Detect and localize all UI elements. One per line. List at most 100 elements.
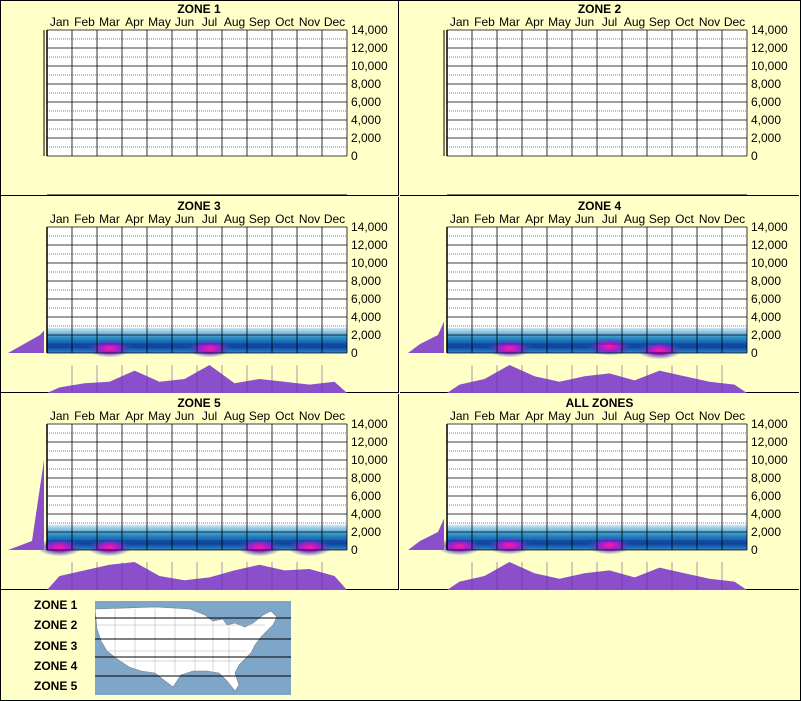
month-tick-label: Dec [324,409,345,423]
month-tick-label: Apr [525,409,544,423]
y-tick-label: 10,000 [351,256,388,270]
hotspot [187,339,232,358]
month-tick-label: Jun [175,15,194,29]
month-tick-label: May [148,409,171,423]
month-tick-label: Dec [724,15,745,29]
elevation-profile [4,330,44,353]
month-tick-label: Aug [224,212,245,226]
elevation-profile [404,321,444,353]
panel-all-zones: ALL ZONES Jan Feb Mar Apr May Jun Jul Aug Sep Oct… [400,394,799,590]
month-tick-label: May [548,212,571,226]
y-tick-label: 0 [351,346,358,360]
month-tick-label: Feb [474,15,495,29]
month-tick-label: Jul [202,212,217,226]
legend-zone-3: ZONE 3 [34,639,78,653]
month-tick-label: May [548,15,571,29]
panel-zone-2: ZONE 2 Jan Feb Mar Apr May Jun Jul Aug Sep Oct Nov… [400,0,799,196]
month-tick-label: Apr [525,212,544,226]
y-tick-label: 2,000 [351,328,381,342]
month-tick-label: Mar [99,15,120,29]
y-tick-label: 2,000 [351,525,381,539]
month-tick-label: Apr [125,212,144,226]
hotspot [587,536,632,555]
month-tick-label: Aug [624,409,645,423]
month-tick-label: Dec [724,409,745,423]
y-tick-label: 14,000 [751,220,788,234]
y-tick-label: 10,000 [751,453,788,467]
panel-zone-3: ZONE 3 Jan Feb Mar Apr May Jun Jul Aug Sep Oct Nov… [0,197,399,393]
month-tick-label: Aug [624,15,645,29]
y-tick-label: 6,000 [751,489,781,503]
month-tick-label: Feb [74,15,95,29]
month-tick-label: Sep [649,15,671,29]
month-tick-label: Jan [50,409,69,423]
legend-zone-2: ZONE 2 [34,618,78,632]
month-tick-label: Dec [324,15,345,29]
month-tick-label: Jun [575,409,594,423]
hotspot [487,339,532,358]
month-tick-label: Jan [450,15,469,29]
month-tick-label: Mar [499,212,520,226]
y-tick-label: 6,000 [351,489,381,503]
y-tick-label: 4,000 [751,507,781,521]
month-tick-label: Jan [450,212,469,226]
month-tick-label: Aug [224,409,245,423]
y-tick-label: 4,000 [351,113,381,127]
month-tick-label: May [548,409,571,423]
month-tick-label: Sep [249,15,271,29]
chart-svg: Jan Feb Mar Apr May Jun Jul Aug Sep Oct Nov Dec 14,0… [404,212,788,393]
month-tick-label: Oct [275,212,294,226]
y-tick-label: 6,000 [351,95,381,109]
month-tick-label: Jul [202,15,217,29]
y-tick-label: 10,000 [751,256,788,270]
month-tick-label: May [148,212,171,226]
chart-svg: Jan Feb Mar Apr May Jun Jul Aug Sep Oct Nov Dec 14,0… [4,212,388,393]
month-tick-label: Oct [275,409,294,423]
month-tick-label: Jul [602,409,617,423]
chart-svg: Jan Feb Mar Apr May Jun Jul Aug Sep Oct Nov Dec 14,0… [4,409,388,590]
y-tick-label: 12,000 [351,41,388,55]
month-tick-label: Feb [74,409,95,423]
chart-svg: Jan Feb Mar Apr May Jun Jul Aug Sep Oct Nov Dec 14,0… [443,15,788,196]
month-tick-label: Nov [699,15,720,29]
y-tick-label: 10,000 [351,59,388,73]
month-tick-label: Jan [50,15,69,29]
y-tick-label: 12,000 [751,435,788,449]
y-tick-label: 2,000 [751,131,781,145]
month-tick-label: Jul [602,15,617,29]
month-tick-label: Nov [699,212,720,226]
month-tick-label: Jan [450,409,469,423]
month-tick-label: Jun [175,212,194,226]
y-tick-label: 2,000 [351,131,381,145]
legend-zone-1: ZONE 1 [34,598,78,612]
y-tick-label: 10,000 [751,59,788,73]
month-tick-label: Feb [474,409,495,423]
y-tick-label: 8,000 [751,471,781,485]
month-tick-label: Apr [125,409,144,423]
y-tick-label: 12,000 [351,435,388,449]
y-tick-label: 10,000 [351,453,388,467]
month-tick-label: Jul [202,409,217,423]
chart-svg: Jan Feb Mar Apr May Jun Jul Aug Sep Oct Nov Dec 14,0… [404,409,788,590]
month-tick-label: Oct [275,15,294,29]
month-tick-label: Dec [324,212,345,226]
month-tick-label: Dec [724,212,745,226]
chart-svg: Jan Feb Mar Apr May Jun Jul Aug Sep Oct Nov Dec 14,0… [43,15,388,196]
zone-map [95,601,291,695]
month-tick-label: Nov [699,409,720,423]
y-tick-label: 0 [351,149,358,163]
y-tick-label: 0 [751,149,758,163]
y-tick-label: 6,000 [751,292,781,306]
elevation-profile [4,460,44,550]
month-tick-label: Sep [649,409,671,423]
hotspot [87,339,132,358]
hotspot [487,536,532,555]
month-tick-label: Jun [175,409,194,423]
month-tick-label: Feb [474,212,495,226]
month-tick-label: Jul [602,212,617,226]
y-tick-label: 0 [751,346,758,360]
y-tick-label: 14,000 [351,220,388,234]
y-tick-label: 12,000 [751,238,788,252]
y-tick-label: 12,000 [351,238,388,252]
month-tick-label: Oct [675,212,694,226]
